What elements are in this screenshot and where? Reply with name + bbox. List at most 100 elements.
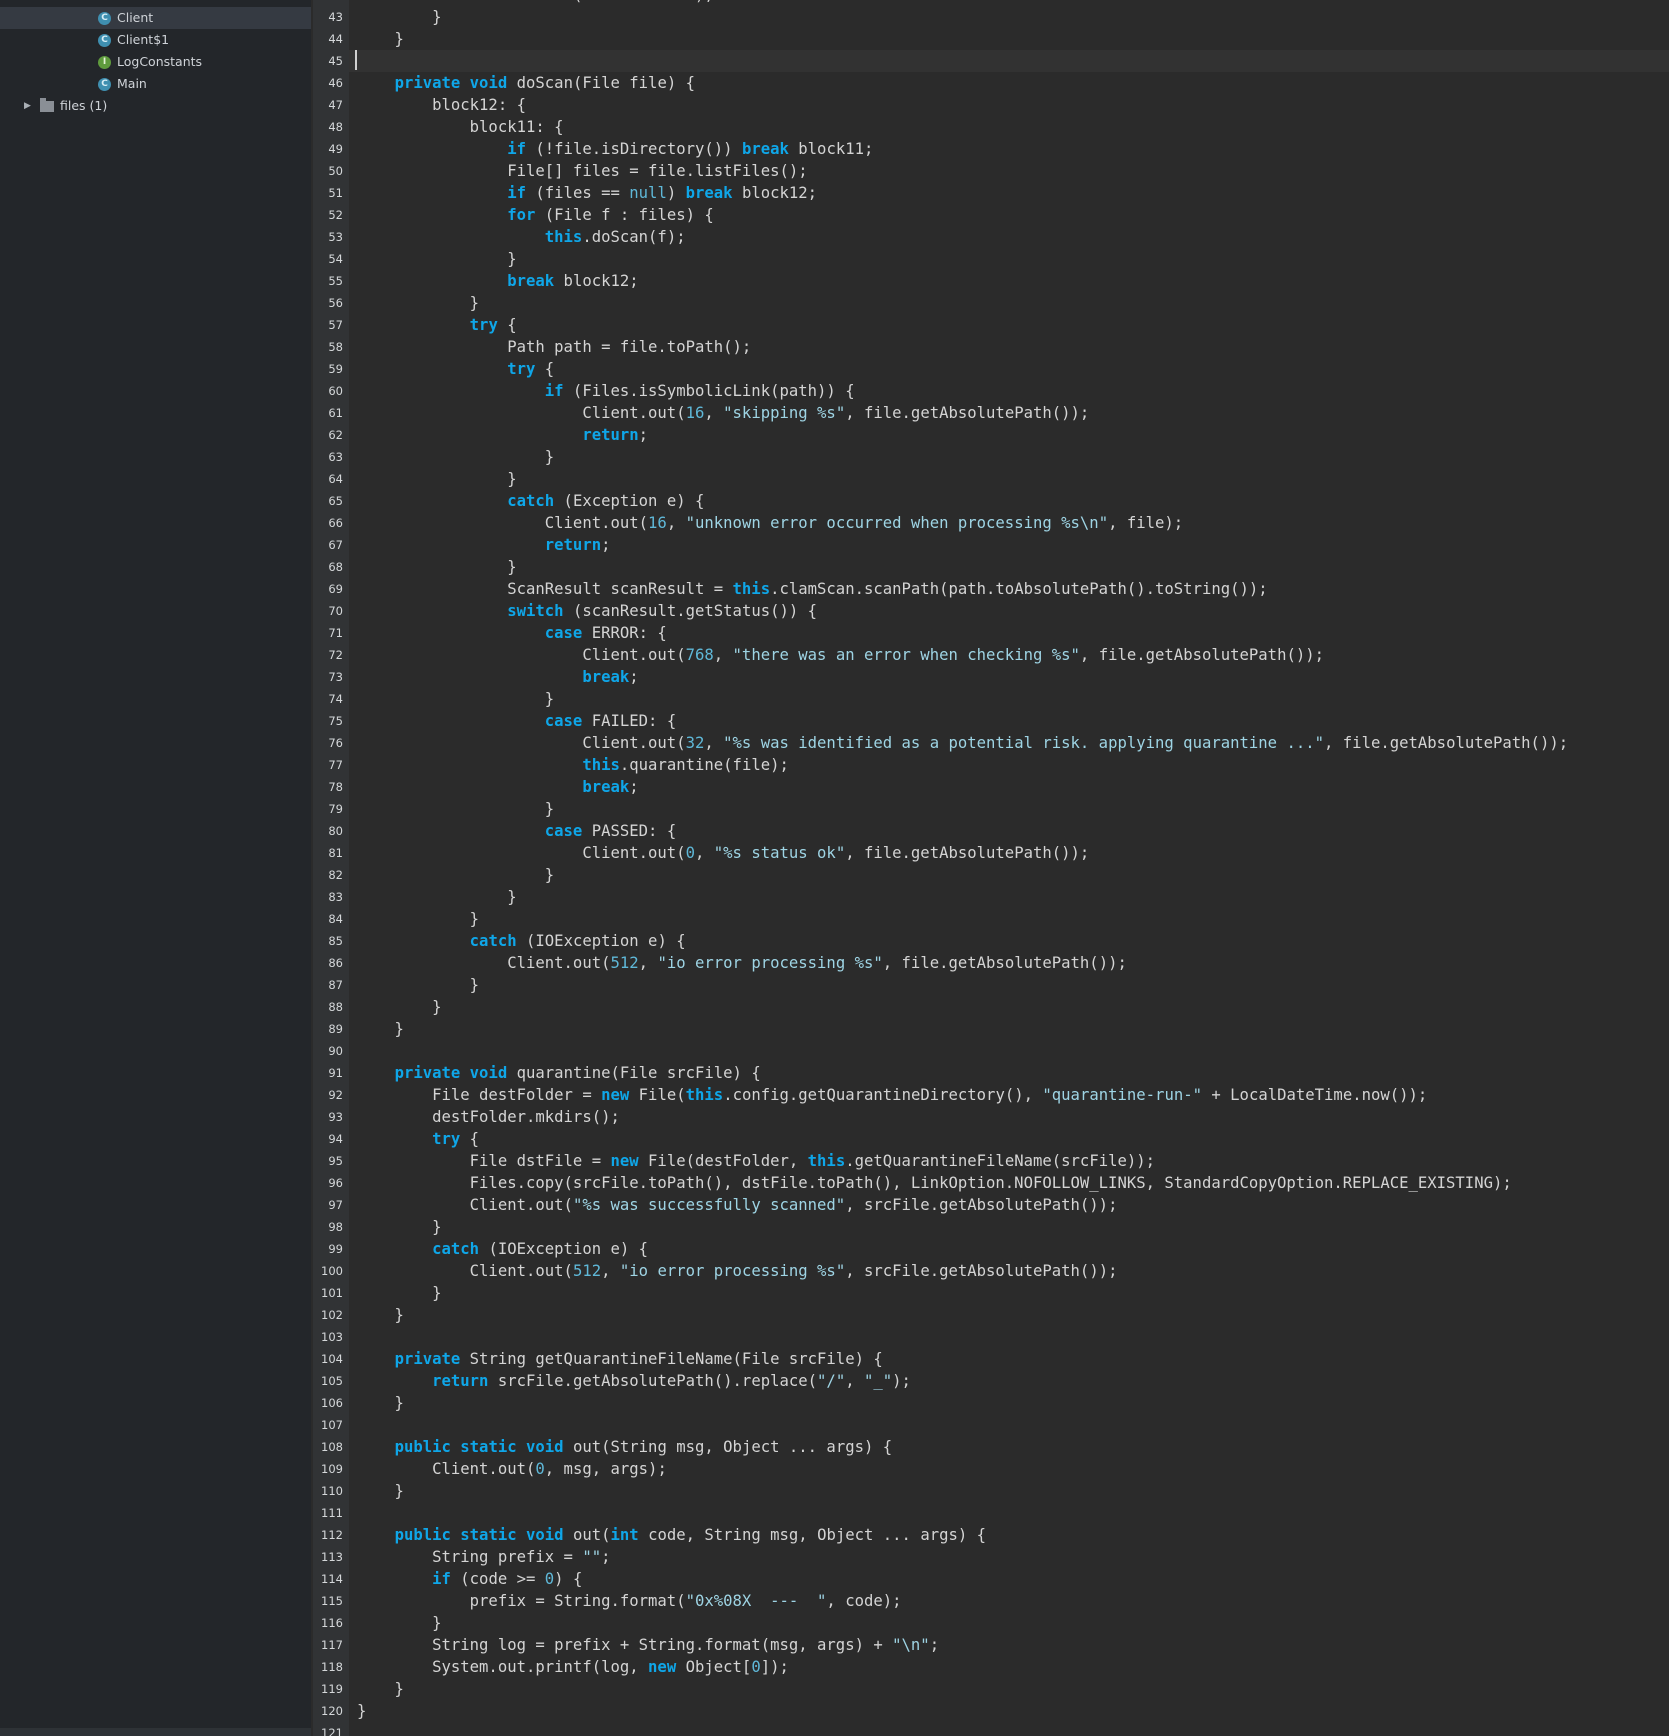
tree-item-client[interactable]: C Client	[0, 7, 311, 29]
code-line: System.out.printf(log, new Object[0]);	[357, 1656, 789, 1678]
code-token: ) {	[554, 1570, 583, 1588]
line-number: 92	[328, 1088, 343, 1102]
code-token: "_"	[864, 1372, 893, 1390]
line-number: 82	[328, 868, 343, 882]
class-icon: C	[98, 77, 111, 91]
code-token: , code);	[826, 1592, 902, 1610]
code-line: }	[357, 1392, 404, 1414]
current-line-highlight	[349, 50, 1669, 72]
code-token: if	[507, 140, 526, 158]
code-token: if	[507, 184, 526, 202]
code-line: if (files == null) break block12;	[357, 182, 817, 204]
code-token: break	[507, 272, 555, 290]
line-number: 104	[321, 1352, 343, 1366]
line-number: 95	[328, 1154, 343, 1168]
tree-item-files-1[interactable]: ▶ files (1)	[24, 95, 107, 117]
code-token: public static void	[394, 1438, 564, 1456]
code-line: }	[357, 996, 441, 1018]
code-token: (IOException e) {	[516, 932, 686, 950]
code-token: 16	[648, 514, 667, 532]
code-token: return	[432, 1372, 489, 1390]
code-token: 32	[685, 734, 705, 752]
code-token: (Exception e) {	[554, 492, 705, 510]
code-token: (!file.isDirectory())	[526, 140, 742, 158]
code-line: }	[357, 1018, 404, 1040]
code-token: ScanResult scanResult =	[357, 580, 733, 598]
code-token: , file.getAbsolutePath());	[845, 404, 1090, 422]
code-token: quarantine(File srcFile) {	[507, 1064, 761, 1082]
line-number: 91	[328, 1066, 343, 1080]
tree-item-client-1[interactable]: C Client$1	[0, 29, 169, 51]
code-line: }	[357, 864, 554, 886]
code-token: }	[357, 800, 555, 818]
code-line: Client.out(512, "io error processing %s"…	[357, 952, 1127, 974]
code-token: }	[357, 558, 517, 576]
code-token: File destFolder =	[357, 1086, 602, 1104]
code-line: }	[357, 468, 516, 490]
code-editor[interactable]: this.doScan(documentRoot); } } private v…	[349, 0, 1669, 1736]
code-token: ERROR: {	[582, 624, 667, 642]
code-token: case	[544, 624, 583, 642]
line-number: 57	[328, 318, 343, 332]
tree-item-main[interactable]: C Main	[0, 73, 147, 95]
code-line: }	[357, 1282, 441, 1304]
tree-item-label: LogConstants	[117, 54, 203, 69]
expand-arrow-icon[interactable]: ▶	[24, 95, 32, 117]
code-line: private void quarantine(File srcFile) {	[357, 1062, 761, 1084]
code-token: out(	[563, 1526, 611, 1544]
code-token: File[] files = file.listFiles();	[357, 162, 808, 180]
code-token: File(	[629, 1086, 686, 1104]
code-token: Client.out(	[357, 734, 686, 752]
line-number: 99	[328, 1242, 343, 1256]
code-token: "\n"	[892, 1636, 930, 1654]
sidebar-scrollbar[interactable]	[0, 1728, 311, 1736]
line-number: 116	[321, 1616, 343, 1630]
line-number: 114	[321, 1572, 343, 1586]
code-token: .doScan(f);	[582, 228, 686, 246]
code-token: }	[357, 8, 442, 26]
code-token: break	[582, 668, 630, 686]
code-token: }	[357, 976, 480, 994]
line-number: 47	[328, 98, 343, 112]
code-token: int	[610, 1526, 639, 1544]
code-line: }	[357, 908, 479, 930]
code-line: }	[357, 1678, 404, 1700]
line-number: 60	[328, 384, 343, 398]
code-line: File dstFile = new File(destFolder, this…	[357, 1150, 1155, 1172]
code-line: Client.out(512, "io error processing %s"…	[357, 1260, 1118, 1282]
code-token: prefix = String.format(	[357, 1592, 686, 1610]
code-token: break	[685, 184, 733, 202]
code-line: String log = prefix + String.format(msg,…	[357, 1634, 939, 1656]
line-number: 52	[328, 208, 343, 222]
code-token: File dstFile =	[357, 1152, 611, 1170]
code-token: "quarantine-run-"	[1042, 1086, 1202, 1104]
line-number: 48	[328, 120, 343, 134]
code-token: this	[544, 228, 583, 246]
code-token: this	[470, 0, 508, 4]
tree-item-label: Main	[117, 76, 147, 91]
code-token: code, String msg, Object ... args) {	[638, 1526, 987, 1544]
line-number: 110	[321, 1484, 343, 1498]
tree-item-logconstants[interactable]: I LogConstants	[0, 51, 202, 73]
class-icon: C	[98, 11, 111, 25]
code-token: break	[741, 140, 789, 158]
code-line: case PASSED: {	[357, 820, 676, 842]
code-token: try	[432, 1130, 461, 1148]
code-token: (scanResult.getStatus()) {	[563, 602, 818, 620]
line-number: 79	[328, 802, 343, 816]
code-line: }	[357, 886, 516, 908]
code-token: "unknown error occurred when processing …	[685, 514, 1109, 532]
code-line: break;	[357, 776, 639, 798]
code-token: ;	[629, 778, 639, 796]
code-token: "io error processing %s"	[657, 954, 883, 972]
line-number: 90	[328, 1044, 343, 1058]
code-token: }	[357, 910, 480, 928]
code-token: doScan(File file) {	[507, 74, 695, 92]
code-token: public static void	[394, 1526, 564, 1544]
code-token: ,	[713, 646, 733, 664]
